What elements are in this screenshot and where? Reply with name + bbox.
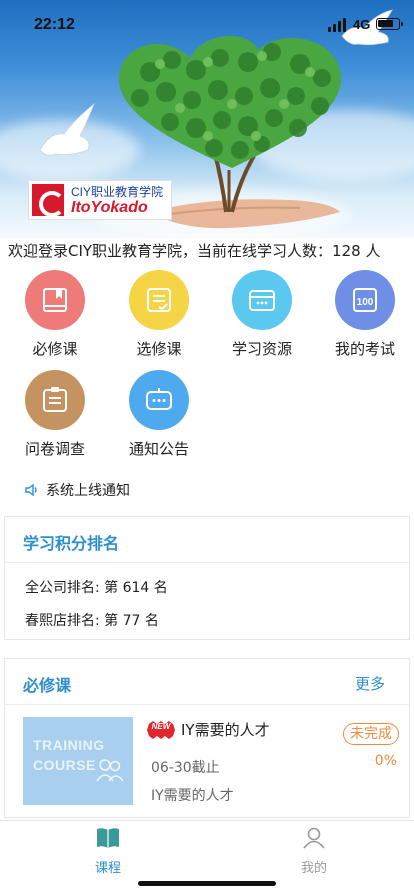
menu-icon-circle (232, 270, 292, 330)
menu-label: 选修课 (136, 340, 182, 358)
store-rank: 春熙店排名: 第 77 名 (25, 613, 159, 629)
menu-icon-circle (129, 370, 189, 430)
user-icon (303, 827, 325, 849)
tab-courses[interactable]: 课程 (78, 827, 138, 876)
menu-my-exams[interactable]: 100 我的考试 (320, 270, 410, 359)
system-notice[interactable]: 系统上线通知 (24, 480, 130, 500)
tab-label: 课程 (94, 861, 121, 876)
status-bar: 22:12 4G (0, 0, 414, 48)
menu-announcements[interactable]: 通知公告 (114, 370, 204, 459)
new-badge-text: NEW (151, 722, 171, 731)
course-thumbnail: TRAINING COURSE (23, 717, 133, 805)
people-icon (96, 759, 124, 782)
required-card-header: 必修课 更多 (5, 659, 409, 705)
notice-text: 系统上线通知 (46, 483, 130, 499)
ranking-title: 学习积分排名 (23, 534, 120, 553)
welcome-text: 欢迎登录CIY职业教育学院，当前在线学习人数：128 人 (8, 242, 381, 260)
more-link[interactable]: 更多 (355, 673, 385, 694)
course-progress: 0% (374, 753, 397, 769)
required-title: 必修课 (23, 676, 72, 695)
status-time: 22:12 (34, 16, 75, 33)
menu-label: 我的考试 (334, 340, 395, 358)
ranking-card-header: 学习积分排名 (5, 517, 409, 563)
new-badge: NEW (147, 721, 175, 739)
speaker-icon (25, 483, 37, 497)
folder-icon (249, 290, 275, 311)
thumb-line2: COURSE (33, 757, 96, 773)
banner: 22:12 4G CIY职业教育学院 ItoYokado (0, 0, 414, 238)
course-description: IY需要的人才 (151, 788, 234, 804)
brand-logo: CIY职业教育学院 ItoYokado (28, 180, 172, 220)
logo-line2: ItoYokado (71, 199, 148, 216)
course-item[interactable]: TRAINING COURSE NEW IY需要的人才 06-30截止 IY需要… (23, 717, 399, 807)
signal-icon (328, 18, 348, 32)
menu-required-courses[interactable]: 必修课 (10, 270, 100, 359)
company-rank: 全公司排名: 第 614 名 (25, 580, 168, 596)
menu-label: 必修课 (32, 340, 78, 358)
bookmark-book-icon (43, 288, 67, 312)
network-type: 4G (353, 17, 371, 32)
svg-text:100: 100 (357, 297, 374, 308)
menu-label: 通知公告 (128, 440, 189, 458)
menu-label: 学习资源 (231, 340, 292, 358)
menu-icon-circle: 100 (335, 270, 395, 330)
menu-survey[interactable]: 问卷调查 (10, 370, 100, 459)
message-icon (146, 388, 172, 410)
thumb-line1: TRAINING (33, 737, 105, 753)
ranking-card: 学习积分排名 全公司排名: 第 614 名 春熙店排名: 第 77 名 (4, 516, 410, 640)
menu-learning-resources[interactable]: 学习资源 (217, 270, 307, 359)
checklist-icon (147, 288, 171, 312)
clipboard-icon (43, 387, 67, 412)
exam-100-icon: 100 (353, 288, 377, 312)
required-courses-card: 必修课 更多 TRAINING COURSE NEW IY需要的人才 06-30… (4, 658, 410, 818)
menu-icon-circle (25, 370, 85, 430)
course-title: IY需要的人才 (181, 721, 270, 739)
logo-mark-icon (32, 184, 65, 217)
course-status-badge: 未完成 (343, 723, 399, 745)
book-icon (97, 828, 119, 848)
menu-elective-courses[interactable]: 选修课 (114, 270, 204, 359)
tab-mine[interactable]: 我的 (284, 827, 344, 876)
logo-line1: CIY职业教育学院 (71, 185, 164, 199)
menu-icon-circle (129, 270, 189, 330)
tab-label: 我的 (300, 861, 327, 876)
menu-icon-circle (25, 270, 85, 330)
battery-icon (376, 18, 403, 30)
menu-label: 问卷调查 (24, 440, 85, 458)
home-indicator (138, 881, 276, 886)
course-deadline: 06-30截止 (151, 760, 220, 776)
